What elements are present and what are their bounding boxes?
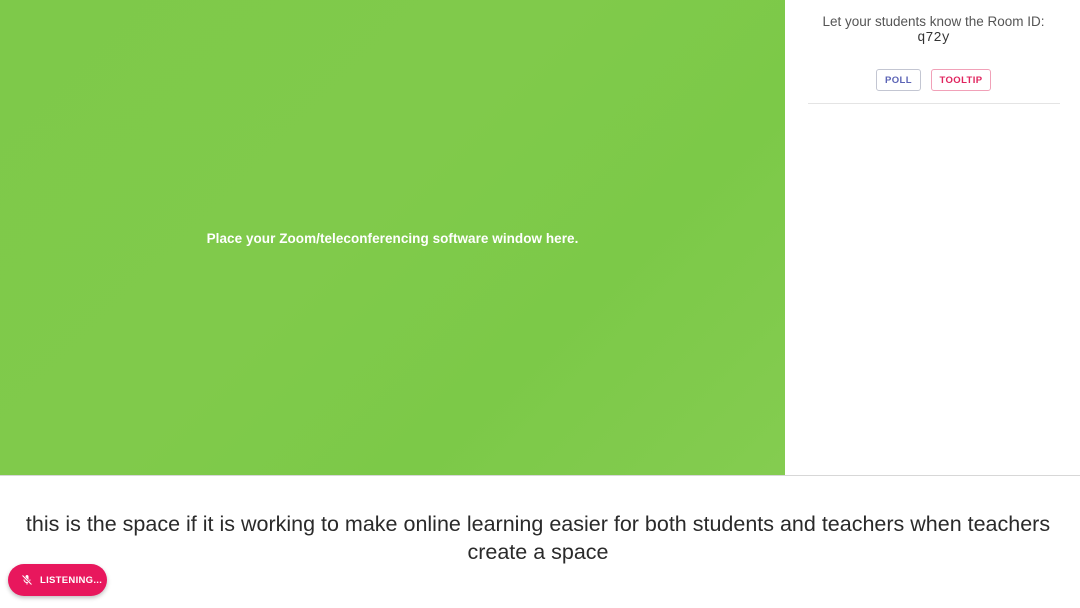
room-id-label: Let your students know the Room ID: — [822, 14, 1045, 29]
side-panel: Let your students know the Room ID: q72y… — [785, 0, 1080, 475]
panel-divider — [808, 103, 1060, 104]
mic-off-icon — [21, 574, 33, 586]
video-placeholder-text: Place your Zoom/teleconferencing softwar… — [206, 231, 579, 246]
room-id-value: q72y — [917, 31, 950, 46]
poll-button[interactable]: POLL — [876, 69, 921, 91]
live-caption-text: this is the space if it is working to ma… — [25, 512, 1051, 564]
caption-divider — [0, 475, 1080, 476]
tooltip-button[interactable]: TOOLTIP — [931, 69, 991, 91]
listening-button[interactable]: LISTENING... — [8, 564, 107, 596]
video-placeholder-area: Place your Zoom/teleconferencing softwar… — [0, 0, 785, 475]
app-stage: Place your Zoom/teleconferencing softwar… — [0, 0, 1080, 608]
listening-label: LISTENING... — [40, 574, 103, 586]
